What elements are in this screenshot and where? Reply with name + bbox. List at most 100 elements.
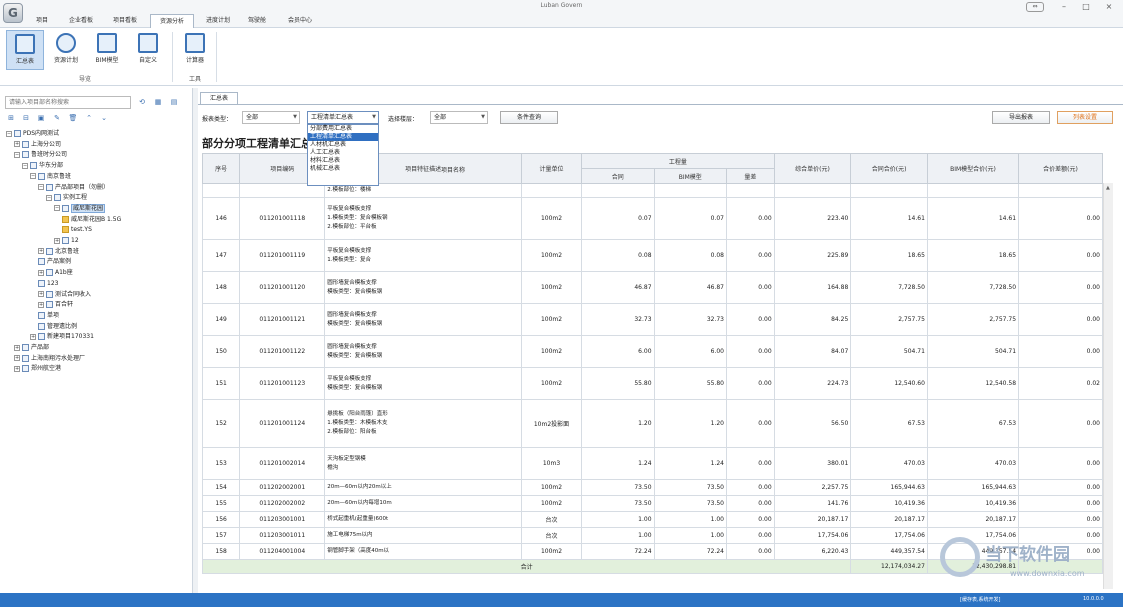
report-type-select[interactable]: 全部 ▼ (242, 111, 300, 124)
expand-icon[interactable]: + (38, 301, 44, 308)
bim-model-button[interactable]: BIM模型 (88, 30, 126, 70)
summary-table-button[interactable]: 汇总表 (6, 30, 44, 70)
table-row[interactable]: 155 011202002002 20m—60m以内每增10m 100m2 73.50 7… (201, 495, 1103, 512)
expand-icon[interactable]: + (38, 291, 44, 297)
table-row[interactable]: 156 011203001001 桥式起重机(起重量)600t 台次 1.00 1.00 0… (201, 511, 1103, 528)
dropdown-option[interactable]: 人材机汇总表 (308, 141, 378, 149)
col-unit-price[interactable]: 综合单价(元) (773, 153, 852, 184)
link-icon[interactable]: ⇔ (1026, 2, 1044, 12)
expand-icon[interactable]: + (14, 344, 20, 351)
calculator-button[interactable]: 计算器 (176, 30, 214, 70)
tree-node[interactable]: − 产品部项目（勿删） (38, 183, 109, 193)
dropdown-option[interactable]: 工程清单汇总表 (308, 133, 378, 141)
tree-node[interactable]: +12 (54, 236, 79, 246)
resource-plan-button[interactable]: 资源计划 (47, 30, 85, 70)
app-logo-icon[interactable]: G (3, 3, 23, 23)
tree-node[interactable]: − 实例工程 (46, 193, 87, 203)
col-bim-total[interactable]: BIM模型合价(元) (926, 153, 1020, 184)
table-row[interactable]: 152 011201001124 悬挑板（阳台雨篷）直形 1.模板类型：木模板木支 2.… (201, 399, 1103, 448)
tree-node[interactable]: 单项 (38, 311, 59, 321)
delete-icon[interactable]: 🗑 (68, 113, 78, 123)
floor-select[interactable]: 全部 ▼ (430, 111, 488, 124)
tree-node[interactable]: + 上海南翔污水处理厂 (14, 354, 85, 364)
tab-resource-analysis[interactable]: 资源分析 (150, 14, 194, 28)
tree-node[interactable]: + 郑州航空港 (14, 364, 61, 374)
tree-node[interactable]: 威尼斯花园B 1.5G (62, 215, 121, 225)
expand-icon[interactable]: + (14, 355, 20, 362)
custom-button[interactable]: 自定义 (129, 30, 167, 70)
tab-member-center[interactable]: 会员中心 (280, 14, 320, 28)
tree-node[interactable]: − 南京鲁班 (30, 172, 71, 182)
add-node-icon[interactable]: ⊞ (6, 113, 16, 123)
col-qty-bim[interactable]: BIM模型 (653, 168, 728, 184)
table-row[interactable]: 150 011201001122 圆形墙复合模板支撑 模板类型：复合模板钢 100m2 6… (201, 335, 1103, 368)
tree-node[interactable]: − 鲁班时分公司 (14, 150, 67, 160)
table-scrollbar[interactable]: ▲ (1103, 183, 1113, 589)
table-row[interactable]: 146 011201001118 平板复合模板支撑 1.模板类型：复合模板钢 2.模板部… (201, 197, 1103, 240)
col-unit[interactable]: 计量单位 (520, 153, 583, 184)
expand-icon[interactable]: + (14, 141, 20, 148)
collapse-icon[interactable]: − (6, 130, 12, 137)
tree-node[interactable]: + 上海分公司 (14, 140, 61, 150)
tree-node[interactable]: + 新建项目170331 (30, 332, 94, 342)
close-button[interactable]: × (1098, 0, 1120, 14)
panel-splitter[interactable] (193, 88, 198, 593)
table-row[interactable]: 153 011201002014 天沟板定型钢模 檐沟 10m3 1.24 1.24 0.00… (201, 447, 1103, 480)
tree-node[interactable]: + 百合轩 (38, 300, 73, 310)
col-seq[interactable]: 序号 (201, 153, 241, 184)
tree-node[interactable]: − 华东分部 (22, 161, 63, 171)
collapse-icon[interactable]: − (22, 162, 28, 169)
collapse-icon[interactable]: − (14, 151, 20, 158)
table-row[interactable]: 154 011202002001 20m—60m以内20m以上 100m2 73.50 7… (201, 479, 1103, 496)
tab-summary[interactable]: 汇总表 (200, 92, 238, 104)
dropdown-option[interactable]: 材料汇总表 (308, 157, 378, 165)
tree-node[interactable]: test.YS (62, 225, 92, 235)
expand-icon[interactable]: + (38, 248, 44, 255)
tree-node[interactable]: + 北京鲁班 (38, 247, 79, 257)
tab-enterprise-board[interactable]: 企业看板 (62, 14, 100, 28)
minimize-button[interactable]: – (1053, 0, 1075, 14)
refresh-icon[interactable]: ⟲ (137, 97, 147, 107)
query-button[interactable]: 条件查询 (500, 111, 558, 124)
table-row[interactable]: 147 011201001119 平板复合模板支撑 1.模板类型：复合 100m2 0.0… (201, 239, 1103, 272)
expand-icon[interactable]: + (30, 333, 36, 340)
table-row[interactable]: 149 011201001121 圆形墙复合模板支撑 模板类型：复合模板钢 100m2 3… (201, 303, 1103, 336)
move-down-icon[interactable]: ⌄ (99, 113, 109, 123)
expand-icon[interactable]: + (54, 237, 60, 244)
col-contract-total[interactable]: 合同合价(元) (850, 153, 928, 184)
column-settings-button[interactable]: 列表设置 (1057, 111, 1113, 124)
dropdown-option[interactable]: 人工汇总表 (308, 149, 378, 157)
table-row[interactable]: 148 011201001120 圆形墙复合模板支撑 模板类型：复合模板钢 100m2 4… (201, 271, 1103, 304)
export-report-button[interactable]: 导出报表 (992, 111, 1050, 124)
collapse-icon[interactable]: − (38, 184, 44, 190)
move-up-icon[interactable]: ⌃ (84, 113, 94, 123)
tree-node[interactable]: − PDS内网测试 (6, 129, 59, 139)
maximize-button[interactable]: □ (1075, 0, 1097, 14)
tab-cockpit[interactable]: 驾驶舱 (243, 14, 271, 28)
collapse-icon[interactable]: − (30, 173, 36, 180)
tab-project[interactable]: 项目 (30, 14, 54, 28)
collapse-icon[interactable]: − (54, 205, 60, 212)
report-name-select[interactable]: 工程清单汇总表 ▼ (307, 111, 379, 124)
collapse-icon[interactable]: − (46, 194, 52, 201)
tree-node[interactable]: 123 (38, 279, 58, 289)
add-child-icon[interactable]: ⊟ (21, 113, 31, 123)
tree-node[interactable]: 管理遗比例 (38, 322, 77, 332)
tree-node[interactable]: + 测试合同收入 (38, 290, 91, 300)
tree-node[interactable]: 产品案例 (38, 257, 71, 267)
expand-icon[interactable]: + (14, 365, 20, 372)
tree-node[interactable]: + 产品部 (14, 343, 49, 353)
scroll-up-icon[interactable]: ▲ (1106, 185, 1110, 191)
tree-node[interactable]: + A1b座 (38, 268, 73, 278)
edit-icon[interactable]: ✎ (52, 113, 62, 123)
grid-icon[interactable]: ▦ (153, 97, 163, 107)
tab-schedule[interactable]: 进度计划 (199, 14, 237, 28)
dropdown-option[interactable]: 分部费用汇总表 (308, 125, 378, 133)
table-row[interactable]: 151 011201001123 平板复合模板支撑 模板类型：复合模板钢 100m2 55… (201, 367, 1103, 400)
tab-project-board[interactable]: 项目看板 (106, 14, 144, 28)
col-diff-total[interactable]: 合价差额(元) (1018, 153, 1103, 184)
tree-node[interactable]: − 威尼斯花园 (54, 203, 106, 214)
add-project-icon[interactable]: ▣ (36, 113, 46, 123)
col-qty-diff[interactable]: 量差 (726, 168, 775, 184)
collapse-panel-icon[interactable]: ▤ (169, 97, 179, 107)
